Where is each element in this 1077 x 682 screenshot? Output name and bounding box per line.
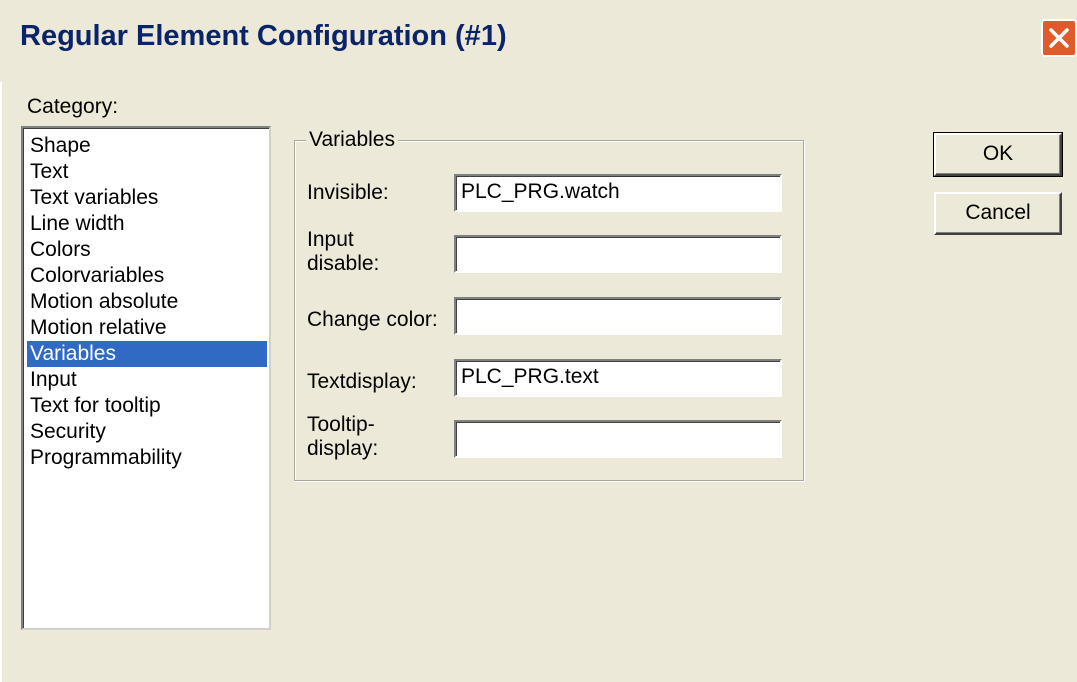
category-item-motion-absolute[interactable]: Motion absolute [27,289,267,315]
category-item-text-variables[interactable]: Text variables [27,185,267,211]
category-item-shape[interactable]: Shape [27,133,267,159]
window-left-border [0,82,10,682]
invisible-input[interactable]: PLC_PRG.watch [454,174,782,212]
tooltip-display-input[interactable] [454,420,782,458]
category-item-text[interactable]: Text [27,159,267,185]
dialog-window: Regular Element Configuration (#1) Categ… [0,0,1077,682]
tooltip-display-label-line2: display: [307,437,379,460]
close-icon [1049,28,1069,48]
title-bar[interactable]: Regular Element Configuration (#1) [0,0,1077,82]
input-disable-label-line2: disable: [307,252,380,275]
category-item-colors[interactable]: Colors [27,237,267,263]
category-listbox[interactable]: Shape Text Text variables Line width Col… [21,126,271,630]
tooltip-display-label-line1: Tooltip- [307,413,375,436]
category-item-text-for-tooltip[interactable]: Text for tooltip [27,393,267,419]
close-button[interactable] [1041,19,1077,57]
ok-button[interactable]: OK [933,132,1063,177]
category-item-security[interactable]: Security [27,419,267,445]
change-color-input[interactable] [454,297,782,335]
textdisplay-label: Textdisplay: [307,370,417,393]
category-item-colorvariables[interactable]: Colorvariables [27,263,267,289]
window-title: Regular Element Configuration (#1) [20,20,507,52]
variables-group-title: Variables [306,128,398,152]
cancel-button[interactable]: Cancel [934,192,1062,235]
category-item-variables[interactable]: Variables [27,341,267,367]
category-item-programmability[interactable]: Programmability [27,445,267,471]
category-item-motion-relative[interactable]: Motion relative [27,315,267,341]
change-color-label: Change color: [307,308,438,331]
textdisplay-input[interactable]: PLC_PRG.text [454,359,782,397]
category-item-line-width[interactable]: Line width [27,211,267,237]
category-label: Category: [27,95,119,118]
category-item-input[interactable]: Input [27,367,267,393]
input-disable-input[interactable] [454,235,782,273]
input-disable-label-line1: Input [307,228,354,251]
invisible-label: Invisible: [307,181,389,204]
